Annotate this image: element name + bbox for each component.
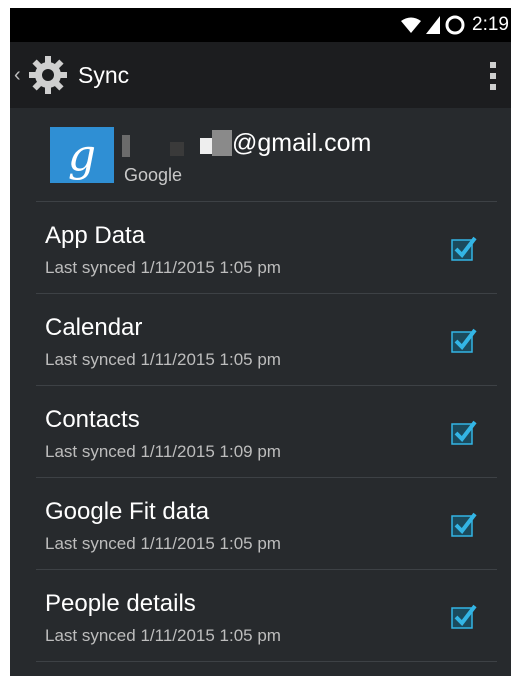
sync-item-subtitle: Last synced 1/11/2015 1:05 pm: [45, 534, 281, 553]
divider: [36, 661, 497, 662]
redacted-block: [170, 142, 184, 156]
overflow-menu-icon[interactable]: [489, 62, 497, 90]
status-clock: 2:19: [472, 14, 509, 35]
account-email: @gmail.com: [232, 129, 372, 157]
sync-item-calendar[interactable]: Calendar Last synced 1/11/2015 1:05 pm: [10, 294, 511, 385]
sync-item-contacts[interactable]: Contacts Last synced 1/11/2015 1:09 pm: [10, 386, 511, 477]
sync-item-subtitle: Last synced 1/11/2015 1:09 pm: [45, 442, 281, 461]
sync-ring-icon: [444, 14, 466, 36]
sync-item-title: People details: [45, 590, 196, 617]
action-bar: ‹ Sync: [10, 42, 511, 108]
sync-item-subtitle: Last synced 1/11/2015 1:05 pm: [45, 350, 281, 369]
sync-item-subtitle: Last synced 1/11/2015 1:05 pm: [45, 626, 281, 645]
checkbox-checked-icon[interactable]: [451, 603, 477, 629]
sync-item-subtitle: Last synced 1/11/2015 1:05 pm: [45, 258, 281, 277]
account-header: g @gmail.com Google: [10, 108, 511, 201]
sync-item-app-data[interactable]: App Data Last synced 1/11/2015 1:05 pm: [10, 202, 511, 293]
wifi-icon: [400, 16, 422, 34]
checkbox-checked-icon[interactable]: [451, 419, 477, 445]
checkbox-checked-icon[interactable]: [451, 511, 477, 537]
sync-item-title: Contacts: [45, 406, 140, 433]
google-logo-icon: g: [50, 127, 114, 183]
settings-gear-icon[interactable]: [26, 53, 70, 97]
sync-item-title: Calendar: [45, 314, 143, 341]
action-bar-title: Sync: [78, 61, 130, 88]
redacted-block: [200, 138, 212, 154]
up-caret-icon[interactable]: ‹: [14, 64, 24, 87]
redacted-block: [122, 135, 130, 157]
sync-item-title: Google Fit data: [45, 498, 210, 525]
signal-icon: [426, 16, 441, 34]
checkbox-checked-icon[interactable]: [451, 235, 477, 261]
status-bar: 2:19: [10, 8, 511, 42]
account-type: Google: [124, 165, 183, 185]
redacted-block: [212, 130, 232, 156]
sync-item-title: App Data: [45, 222, 146, 249]
checkbox-checked-icon[interactable]: [451, 327, 477, 353]
sync-item-google-fit-data[interactable]: Google Fit data Last synced 1/11/2015 1:…: [10, 478, 511, 569]
sync-item-people-details[interactable]: People details Last synced 1/11/2015 1:0…: [10, 570, 511, 661]
sync-settings-screen: 2:19 ‹ Sync g @gmail.com Google App Data…: [10, 8, 511, 676]
